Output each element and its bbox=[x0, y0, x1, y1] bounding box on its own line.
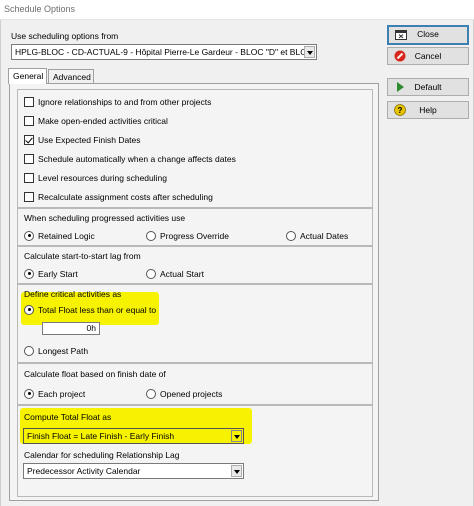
radio-selected[interactable] bbox=[24, 268, 34, 279]
general-panel: Ignore relationships to and from other p… bbox=[9, 83, 379, 501]
checkbox-box[interactable] bbox=[24, 172, 34, 183]
tab-advanced[interactable]: Advanced bbox=[48, 69, 94, 84]
longest-path-radio[interactable]: Longest Path bbox=[24, 345, 88, 359]
progressed-activities-label: When scheduling progressed activities us… bbox=[24, 213, 186, 223]
actual-dates-radio[interactable]: Actual Dates bbox=[286, 230, 348, 244]
float-finish-group: Calculate float based on finish date of … bbox=[17, 363, 373, 405]
close-button[interactable]: Close bbox=[387, 25, 469, 45]
default-button-label: Default bbox=[414, 82, 442, 92]
help-button[interactable]: ? Help bbox=[387, 101, 469, 119]
radio-label: Progress Override bbox=[160, 231, 229, 241]
radio-label: Actual Start bbox=[160, 269, 204, 279]
radio-selected[interactable] bbox=[24, 230, 34, 241]
radio-unselected[interactable] bbox=[24, 345, 34, 356]
checkbox-box-checked[interactable] bbox=[24, 134, 34, 145]
each-project-radio[interactable]: Each project bbox=[24, 388, 85, 402]
relationship-lag-value: Predecessor Activity Calendar bbox=[27, 466, 141, 476]
radio-label: Each project bbox=[38, 389, 86, 399]
radio-unselected[interactable] bbox=[286, 230, 296, 241]
recalculate-costs-checkbox[interactable]: Recalculate assignment costs after sched… bbox=[24, 191, 213, 205]
checkbox-group: Ignore relationships to and from other p… bbox=[17, 89, 373, 208]
early-start-radio[interactable]: Early Start bbox=[24, 268, 78, 282]
critical-activities-label: Define critical activities as bbox=[24, 289, 122, 299]
checkbox-box[interactable] bbox=[24, 191, 34, 202]
radio-selected[interactable] bbox=[24, 304, 34, 315]
progressed-activities-group: When scheduling progressed activities us… bbox=[17, 208, 373, 246]
cancel-button-label: Cancel bbox=[414, 51, 442, 61]
checkbox-label: Level resources during scheduling bbox=[38, 173, 167, 183]
tab-advanced-label: Advanced bbox=[53, 72, 91, 82]
schedule-options-dialog: Use scheduling options from HPLG-BLOC - … bbox=[0, 20, 474, 506]
open-ended-critical-checkbox[interactable]: Make open-ended activities critical bbox=[24, 115, 168, 129]
title-bar: Schedule Options bbox=[0, 0, 474, 20]
actual-start-radio[interactable]: Actual Start bbox=[146, 268, 204, 282]
compute-total-float-label: Compute Total Float as bbox=[24, 412, 112, 422]
checkbox-box[interactable] bbox=[24, 96, 34, 107]
total-float-group: Compute Total Float as Finish Float = La… bbox=[17, 405, 373, 497]
start-lag-label: Calculate start-to-start lag from bbox=[24, 251, 141, 261]
checkbox-label: Recalculate assignment costs after sched… bbox=[38, 192, 213, 202]
scheduling-source-value: HPLG-BLOC - CD-ACTUAL-9 - Hôpital Pierre… bbox=[15, 47, 313, 57]
chevron-down-icon[interactable] bbox=[304, 46, 315, 58]
schedule-automatically-checkbox[interactable]: Schedule automatically when a change aff… bbox=[24, 153, 236, 167]
relationship-lag-label: Calendar for scheduling Relationship Lag bbox=[24, 450, 180, 460]
default-button[interactable]: Default bbox=[387, 78, 469, 96]
source-label: Use scheduling options from bbox=[11, 31, 119, 41]
critical-activities-group: Define critical activities as Total Floa… bbox=[17, 284, 373, 363]
retained-logic-radio[interactable]: Retained Logic bbox=[24, 230, 95, 244]
checkbox-label: Ignore relationships to and from other p… bbox=[38, 97, 212, 107]
scheduling-source-select[interactable]: HPLG-BLOC - CD-ACTUAL-9 - Hôpital Pierre… bbox=[11, 44, 317, 60]
checkbox-label: Schedule automatically when a change aff… bbox=[38, 154, 236, 164]
radio-label: Longest Path bbox=[38, 346, 89, 356]
start-lag-group: Calculate start-to-start lag from Early … bbox=[17, 246, 373, 284]
opened-projects-radio[interactable]: Opened projects bbox=[146, 388, 222, 402]
cancel-button[interactable]: Cancel bbox=[387, 47, 469, 65]
radio-label: Opened projects bbox=[160, 389, 223, 399]
help-button-label: Help bbox=[419, 105, 437, 115]
checkbox-label: Use Expected Finish Dates bbox=[38, 135, 141, 145]
checkbox-label: Make open-ended activities critical bbox=[38, 116, 168, 126]
help-icon: ? bbox=[394, 104, 406, 116]
ignore-relationships-checkbox[interactable]: Ignore relationships to and from other p… bbox=[24, 96, 211, 110]
checkbox-box[interactable] bbox=[24, 115, 34, 126]
level-resources-checkbox[interactable]: Level resources during scheduling bbox=[24, 172, 167, 186]
svg-text:?: ? bbox=[398, 106, 403, 115]
play-arrow-icon bbox=[397, 82, 404, 92]
radio-unselected[interactable] bbox=[146, 268, 156, 279]
radio-label: Total Float less than or equal to bbox=[38, 305, 157, 315]
total-float-radio[interactable]: Total Float less than or equal to bbox=[24, 304, 156, 318]
chevron-down-icon[interactable] bbox=[231, 465, 242, 477]
close-dialog-icon bbox=[395, 30, 407, 40]
relationship-lag-select[interactable]: Predecessor Activity Calendar bbox=[23, 463, 244, 479]
window-title: Schedule Options bbox=[4, 4, 76, 14]
progress-override-radio[interactable]: Progress Override bbox=[146, 230, 229, 244]
radio-selected[interactable] bbox=[24, 388, 34, 399]
radio-label: Retained Logic bbox=[38, 231, 95, 241]
radio-unselected[interactable] bbox=[146, 388, 156, 399]
chevron-down-icon[interactable] bbox=[231, 430, 242, 442]
float-finish-label: Calculate float based on finish date of bbox=[24, 369, 166, 379]
radio-label: Actual Dates bbox=[300, 231, 349, 241]
compute-total-float-select[interactable]: Finish Float = Late Finish - Early Finis… bbox=[23, 428, 244, 444]
tab-general-label: General bbox=[13, 71, 44, 81]
cancel-icon bbox=[394, 50, 406, 62]
tab-general[interactable]: General bbox=[8, 68, 47, 84]
checkbox-box[interactable] bbox=[24, 153, 34, 164]
float-threshold-input[interactable]: 0h bbox=[42, 322, 100, 335]
radio-label: Early Start bbox=[38, 269, 78, 279]
radio-unselected[interactable] bbox=[146, 230, 156, 241]
compute-total-float-value: Finish Float = Late Finish - Early Finis… bbox=[27, 431, 175, 441]
close-button-label: Close bbox=[417, 29, 439, 39]
expected-finish-checkbox[interactable]: Use Expected Finish Dates bbox=[24, 134, 141, 148]
